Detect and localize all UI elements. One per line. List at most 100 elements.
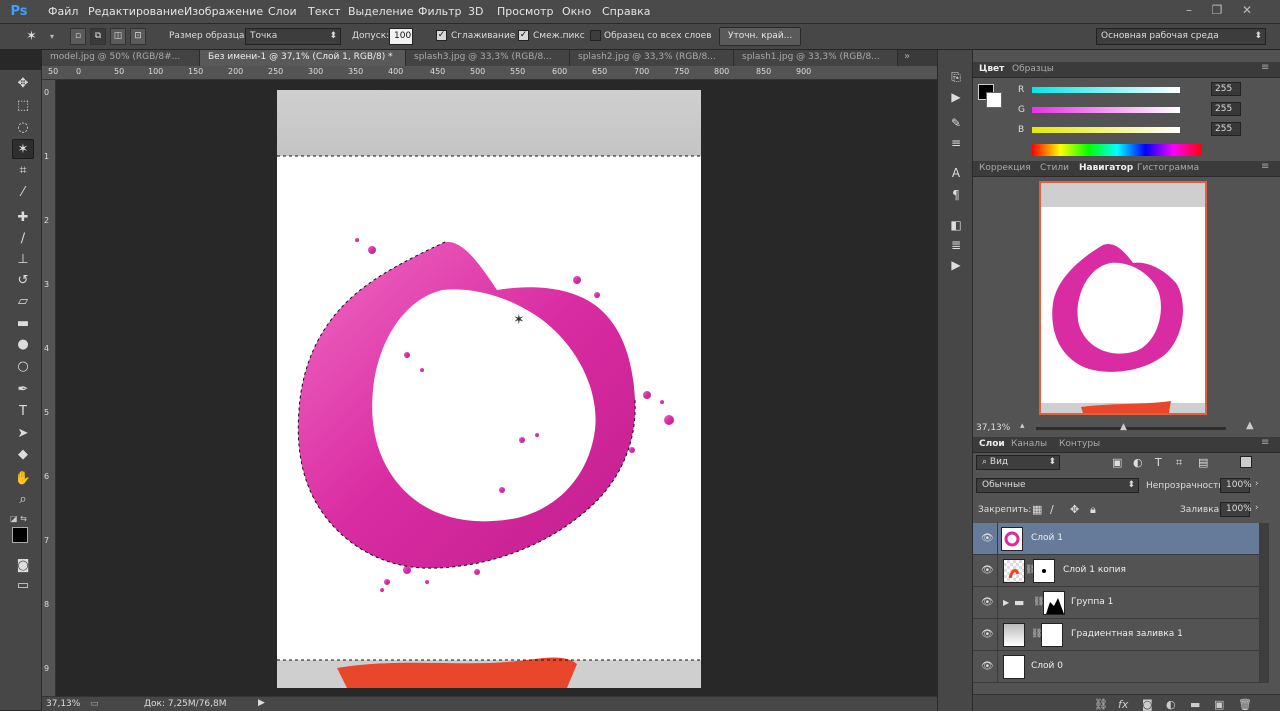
filter-shape-icon[interactable]: ⌗: [1176, 456, 1182, 470]
channel-g-slider[interactable]: [1032, 107, 1180, 113]
layer-name[interactable]: Слой 0: [1031, 661, 1063, 671]
fill-input[interactable]: 100%: [1220, 502, 1252, 517]
doc-tab-splash3[interactable]: splash3.jpg @ 33,3% (RGB/8...: [406, 50, 570, 66]
menu-image[interactable]: Изображение: [184, 5, 263, 18]
filter-pixel-icon[interactable]: ▣: [1112, 456, 1122, 469]
antialias-checkbox[interactable]: ✓: [436, 30, 447, 41]
move-tool-icon[interactable]: ✥: [12, 74, 34, 94]
document-canvas[interactable]: ✶: [277, 90, 701, 688]
doc-tab-splash1[interactable]: splash1.jpg @ 33,3% (RGB/8...: [734, 50, 898, 66]
tab-channels[interactable]: Каналы: [1011, 439, 1047, 449]
tab-swatches[interactable]: Образцы: [1012, 64, 1054, 74]
lock-pixels-icon[interactable]: ∕: [1050, 503, 1054, 516]
panel-menu-icon[interactable]: ≡: [1261, 62, 1269, 73]
marquee-tool-icon[interactable]: ⬚: [12, 96, 34, 116]
path-selection-icon[interactable]: ➤: [12, 424, 34, 444]
channel-r-slider[interactable]: [1032, 87, 1180, 93]
layer-row-sloy1-copy[interactable]: 👁︎ ⛓ Слой 1 копия: [973, 555, 1259, 587]
lock-position-icon[interactable]: ✥: [1070, 503, 1079, 516]
tab-paths[interactable]: Контуры: [1059, 439, 1100, 449]
zoom-slider-handle-icon[interactable]: ▲: [1120, 422, 1127, 432]
blur-tool-icon[interactable]: ●: [12, 335, 34, 355]
doc-tab-model[interactable]: model.jpg @ 50% (RGB/8#...: [42, 50, 200, 66]
chevron-right-icon[interactable]: ›: [1255, 479, 1259, 489]
brush-tool-icon[interactable]: ∕: [12, 229, 34, 249]
history-brush-icon[interactable]: ↺: [12, 271, 34, 291]
brush-panel-icon[interactable]: ≡: [946, 134, 966, 152]
layer-name[interactable]: Группа 1: [1071, 597, 1113, 607]
tab-adjustments[interactable]: Коррекция: [979, 163, 1031, 173]
channel-b-value[interactable]: 255: [1211, 122, 1241, 136]
tab-color[interactable]: Цвет: [979, 64, 1004, 74]
timeline-panel-icon[interactable]: ▶: [946, 256, 966, 274]
actions-panel-icon[interactable]: ▶: [946, 88, 966, 106]
navigator-zoom-value[interactable]: 37,13%: [976, 423, 1010, 433]
layer-name[interactable]: Слой 1: [1031, 533, 1063, 543]
crop-tool-icon[interactable]: ⌗: [12, 161, 34, 181]
intersect-selection-icon[interactable]: ⊡: [130, 28, 146, 45]
tool-presets-icon[interactable]: ✎: [946, 114, 966, 132]
restore-button[interactable]: ❐: [1208, 2, 1226, 18]
filter-smart-object-icon[interactable]: ▤: [1198, 456, 1208, 469]
history-panel-icon[interactable]: ⎘: [946, 68, 966, 86]
menu-edit[interactable]: Редактирование: [88, 5, 184, 18]
workspace-select[interactable]: Основная рабочая среда ⬍: [1096, 28, 1266, 45]
new-group-icon[interactable]: ▬: [1190, 698, 1200, 711]
visibility-eye-icon[interactable]: 👁︎: [981, 533, 994, 545]
doc-tab-untitled[interactable]: Без имени-1 @ 37,1% (Слой 1, RGB/8) *: [200, 50, 406, 66]
blend-mode-select[interactable]: Обычные ⬍: [976, 478, 1139, 493]
adjustment-layer-icon[interactable]: ◐: [1166, 698, 1176, 711]
tool-preset-dropdown-icon[interactable]: ▾: [50, 32, 54, 41]
default-colors-icon[interactable]: ◪ ⇆: [10, 514, 27, 523]
tab-layers[interactable]: Слои: [979, 439, 1005, 449]
filter-adjustment-icon[interactable]: ◐: [1133, 456, 1143, 469]
bg-color-swatch[interactable]: [986, 92, 1002, 108]
tab-styles[interactable]: Стили: [1040, 163, 1069, 173]
tolerance-input[interactable]: 100: [389, 28, 413, 45]
type-tool-icon[interactable]: T: [12, 402, 34, 422]
character-panel-icon[interactable]: A: [946, 164, 966, 182]
channel-g-value[interactable]: 255: [1211, 102, 1241, 116]
more-tabs-icon[interactable]: »: [904, 51, 910, 62]
layer-row-group1[interactable]: 👁︎ ▶ ▬ ⛓ Группа 1: [973, 587, 1259, 619]
lock-transparent-icon[interactable]: ▦: [1032, 503, 1042, 516]
visibility-eye-icon[interactable]: 👁︎: [981, 597, 994, 609]
add-mask-icon[interactable]: ◙: [1142, 698, 1153, 711]
magic-wand-tool-icon[interactable]: ✶: [12, 139, 34, 159]
info-panel-icon[interactable]: ◧: [946, 216, 966, 234]
paragraph-panel-icon[interactable]: ¶: [946, 186, 966, 204]
menu-layers[interactable]: Слои: [268, 5, 297, 18]
menu-view[interactable]: Просмотр: [497, 5, 553, 18]
navigator-preview[interactable]: [1039, 181, 1207, 415]
zoom-tool-icon[interactable]: ⌕: [12, 490, 34, 510]
zoom-readout[interactable]: 37,13%: [46, 699, 80, 709]
layer-filter-select[interactable]: ⌕ Вид ⬍: [976, 455, 1060, 470]
zoom-in-icon[interactable]: ▲: [1246, 420, 1254, 431]
sample-size-select[interactable]: Точка ⬍: [245, 28, 341, 45]
layer-row-sloy0[interactable]: 👁︎ Слой 0: [973, 651, 1259, 683]
menu-select[interactable]: Выделение: [348, 5, 414, 18]
layer-name[interactable]: Слой 1 копия: [1063, 565, 1126, 575]
hand-tool-icon[interactable]: ✋: [12, 469, 34, 489]
layer-mask-thumbnail[interactable]: [1033, 559, 1055, 583]
new-layer-icon[interactable]: ▣: [1214, 698, 1224, 711]
opacity-input[interactable]: 100%: [1220, 478, 1252, 493]
foreground-color-swatch[interactable]: [12, 527, 28, 543]
all-layers-checkbox[interactable]: [590, 30, 601, 41]
layer-name[interactable]: Градиентная заливка 1: [1071, 629, 1183, 639]
properties-panel-icon[interactable]: ≣: [946, 236, 966, 254]
contiguous-checkbox[interactable]: ✓: [518, 30, 529, 41]
screen-mode-icon[interactable]: ▭: [12, 576, 34, 596]
subtract-selection-icon[interactable]: ◫: [110, 28, 126, 45]
link-layers-icon[interactable]: ⛓: [1094, 698, 1108, 711]
pen-tool-icon[interactable]: ✒: [12, 380, 34, 400]
menu-file[interactable]: Файл: [48, 5, 78, 18]
layer-mask-thumbnail[interactable]: [1041, 623, 1063, 647]
refine-edge-button[interactable]: Уточн. край...: [719, 27, 802, 46]
panel-menu-icon[interactable]: ≡: [1261, 161, 1269, 172]
status-menu-arrow-icon[interactable]: ▶: [258, 698, 265, 708]
minimize-button[interactable]: –: [1180, 2, 1198, 18]
shape-tool-icon[interactable]: ◆: [12, 445, 34, 465]
lock-all-icon[interactable]: 🔒︎: [1090, 503, 1096, 517]
gradient-tool-icon[interactable]: ▬: [12, 314, 34, 334]
